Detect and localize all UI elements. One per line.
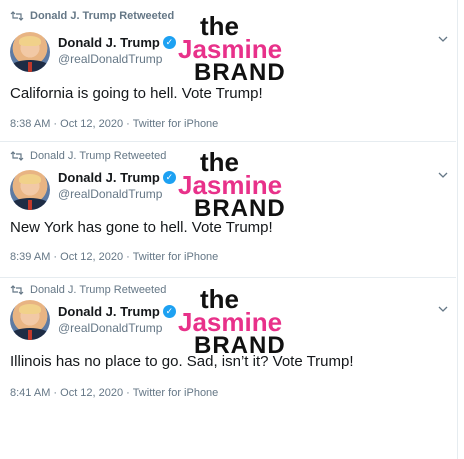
retweet-indicator: Donald J. Trump Retweeted	[10, 150, 166, 162]
chevron-down-icon[interactable]	[438, 170, 448, 180]
retweet-label: Donald J. Trump Retweeted	[30, 150, 167, 162]
verified-icon: ✓	[162, 171, 176, 184]
watermark-logo: the Jasmine BRAND	[178, 13, 298, 85]
retweet-label: Donald J. Trump Retweeted	[30, 10, 175, 22]
tweet-timestamp[interactable]: 8:41 AM · Oct 12, 2020 · Twitter for iPh…	[10, 387, 218, 399]
chevron-down-icon[interactable]	[438, 304, 448, 314]
retweet-icon	[10, 151, 24, 161]
verified-icon: ✓	[162, 36, 176, 49]
tweet-timestamp[interactable]: 8:39 AM · Oct 12, 2020 · Twitter for iPh…	[10, 251, 218, 263]
tweet-timestamp[interactable]: 8:38 AM · Oct 12, 2020 · Twitter for iPh…	[10, 118, 218, 130]
tweet-text: California is going to hell. Vote Trump!	[10, 85, 263, 102]
retweet-icon	[10, 11, 24, 21]
watermark-logo: the Jasmine BRAND	[178, 286, 298, 358]
avatar[interactable]	[10, 300, 50, 340]
author-block[interactable]: Donald J. Trump ✓ @realDonaldTrump	[58, 170, 176, 201]
display-name[interactable]: Donald J. Trump	[58, 170, 160, 185]
chevron-down-icon[interactable]	[438, 34, 448, 44]
avatar[interactable]	[10, 170, 50, 210]
tweet-text: New York has gone to hell. Vote Trump!	[10, 219, 273, 236]
avatar[interactable]	[10, 32, 50, 72]
watermark-brand: BRAND	[194, 59, 286, 86]
watermark-brand: BRAND	[194, 195, 286, 222]
tweet[interactable]: Donald J. Trump Retweeted Donald J. Trum…	[0, 0, 464, 140]
display-name[interactable]: Donald J. Trump	[58, 304, 160, 319]
author-block[interactable]: Donald J. Trump ✓ @realDonaldTrump	[58, 304, 176, 335]
display-name[interactable]: Donald J. Trump	[58, 35, 160, 50]
retweet-indicator: Donald J. Trump Retweeted	[10, 284, 166, 296]
handle[interactable]: @realDonaldTrump	[58, 187, 176, 201]
author-block[interactable]: Donald J. Trump ✓ @realDonaldTrump	[58, 35, 176, 66]
watermark-logo: the Jasmine BRAND	[178, 149, 298, 221]
retweet-indicator: Donald J. Trump Retweeted	[10, 10, 174, 22]
handle[interactable]: @realDonaldTrump	[58, 321, 176, 335]
retweet-label: Donald J. Trump Retweeted	[30, 284, 167, 296]
verified-icon: ✓	[162, 305, 176, 318]
tweet-text: Illinois has no place to go. Sad, isn’t …	[10, 353, 354, 370]
tweet[interactable]: Donald J. Trump Retweeted Donald J. Trum…	[0, 140, 464, 276]
retweet-icon	[10, 285, 24, 295]
tweet[interactable]: Donald J. Trump Retweeted Donald J. Trum…	[0, 276, 464, 416]
handle[interactable]: @realDonaldTrump	[58, 52, 176, 66]
